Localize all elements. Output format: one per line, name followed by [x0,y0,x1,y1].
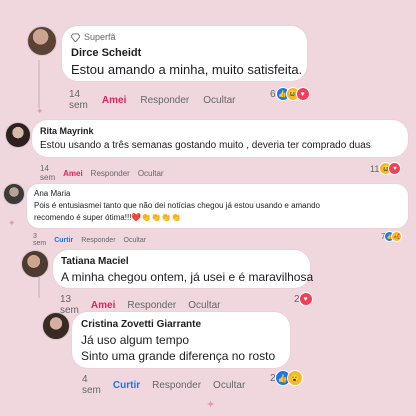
like-button[interactable]: Curtir [54,237,73,244]
love-button[interactable]: Amei [102,95,126,106]
reply-button[interactable]: Responder [91,169,130,178]
timestamp[interactable]: 3 sem [33,233,46,247]
thread-line [38,60,40,108]
comment-text-line: Sinto uma grande diferença no rosto [81,349,276,363]
love-reaction-icon: ♥ [388,162,402,175]
avatar[interactable] [27,26,57,56]
sparkle-icon: ✦ [8,218,16,228]
sparkle-icon: ✦ [36,106,44,116]
reaction-summary[interactable]: 2 👍 😮 [270,370,303,386]
commenter-name[interactable]: Tatiana Maciel [61,256,129,267]
reaction-count: 6 [270,88,276,100]
comment-text-line: recomendo é super ótima!!!❤️👏👏👏👏 [34,213,182,222]
reaction-summary[interactable]: 7 👍 🥰 [381,231,403,242]
reply-button[interactable]: Responder [127,300,176,311]
reaction-summary[interactable]: 2 ♥ [294,292,313,306]
love-button[interactable]: Amei [63,169,83,178]
hide-button[interactable]: Ocultar [124,237,147,244]
love-reaction-icon: ♥ [295,87,310,101]
reaction-count: 11 [370,163,380,174]
reply-button[interactable]: Responder [140,95,189,106]
love-button[interactable]: Amei [91,300,115,311]
avatar[interactable] [3,183,25,205]
badge-label: Superfã [84,32,116,42]
reply-button[interactable]: Responder [152,380,201,391]
commenter-name[interactable]: Rita Mayrink [40,126,94,136]
comment-actions: 4 sem Curtir Responder Ocultar [82,374,259,396]
comment-bubble: Superfã Dirce Scheidt Estou amando a min… [62,26,307,81]
avatar[interactable] [21,250,49,278]
love-reaction-icon: ♥ [298,292,313,306]
like-button[interactable]: Curtir [113,380,140,391]
commenter-name[interactable]: Ana Maria [34,189,70,198]
reaction-summary[interactable]: 6 👍 😆 ♥ [270,87,310,101]
reply-button[interactable]: Responder [81,237,115,244]
timestamp[interactable]: 4 sem [82,374,101,396]
comment-text: A minha chegou ontem, já usei e é maravi… [61,270,314,284]
comment-actions: 14 sem Amei Responder Ocultar [40,164,178,182]
comment-bubble: Ana Maria Pois é entusiasmei tanto que n… [27,184,408,228]
comment-bubble: Tatiana Maciel A minha chegou ontem, já … [53,250,314,288]
comment-text: Estou amando a minha, muito satisfeita. [71,62,303,77]
reaction-summary[interactable]: 11 😆 ♥ [370,162,402,175]
hide-button[interactable]: Ocultar [138,169,164,178]
hide-button[interactable]: Ocultar [188,300,220,311]
avatar[interactable] [5,122,31,148]
wow-reaction-icon: 😮 [286,370,303,386]
comment-bubble: Rita Mayrink Estou usando a três semanas… [32,120,408,157]
timestamp[interactable]: 14 sem [69,89,88,111]
commenter-name[interactable]: Dirce Scheidt [71,47,141,59]
timestamp[interactable]: 14 sem [40,164,55,182]
timestamp[interactable]: 13 sem [60,294,79,316]
hide-button[interactable]: Ocultar [203,95,235,106]
superfan-badge: Superfã [71,32,116,42]
commenter-name[interactable]: Cristina Zovetti Giarrante [81,319,201,330]
comment-actions: 3 sem Curtir Responder Ocultar [33,233,160,247]
avatar[interactable] [42,312,70,340]
sparkle-icon: ✦ [206,399,216,411]
care-reaction-icon: 🥰 [391,231,403,242]
comment-text: Estou usando a três semanas gostando mui… [40,140,371,151]
diamond-icon [71,32,80,42]
comment-bubble: Cristina Zovetti Giarrante Já uso algum … [72,312,290,368]
comment-actions: 14 sem Amei Responder Ocultar [69,89,250,111]
comment-text-line: Já uso algum tempo [81,333,190,347]
comment-text-line: Pois é entusiasmei tanto que não dei not… [34,201,320,210]
hide-button[interactable]: Ocultar [213,380,245,391]
